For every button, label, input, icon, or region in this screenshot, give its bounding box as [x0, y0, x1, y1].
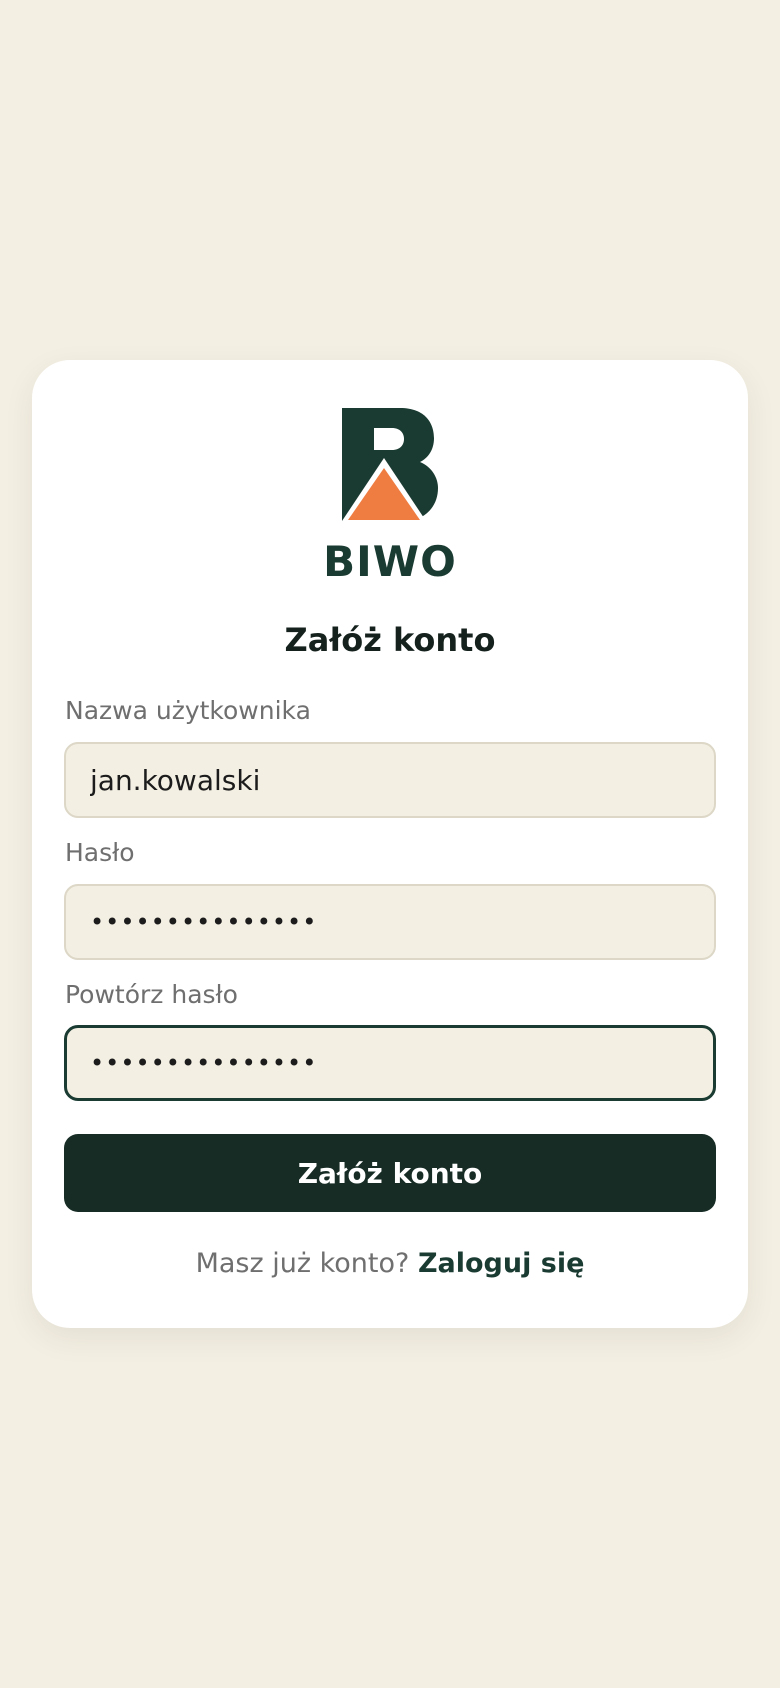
biwo-logo-icon [342, 408, 438, 522]
login-prompt: Masz już konto? Zaloguj się [0, 1244, 780, 1284]
password-label: Hasło [65, 838, 135, 867]
brand-name: BIWO [323, 537, 457, 586]
create-account-button[interactable]: Załóż konto [64, 1134, 716, 1212]
username-input[interactable] [64, 742, 716, 818]
login-link[interactable]: Zaloguj się [418, 1248, 584, 1279]
password-repeat-input[interactable] [64, 1025, 716, 1101]
page-title: Załóż konto [284, 621, 496, 659]
login-prompt-text: Masz już konto? [195, 1248, 410, 1279]
password-input[interactable] [64, 884, 716, 960]
username-label: Nazwa użytkownika [65, 696, 311, 725]
password-repeat-label: Powtórz hasło [65, 980, 238, 1009]
